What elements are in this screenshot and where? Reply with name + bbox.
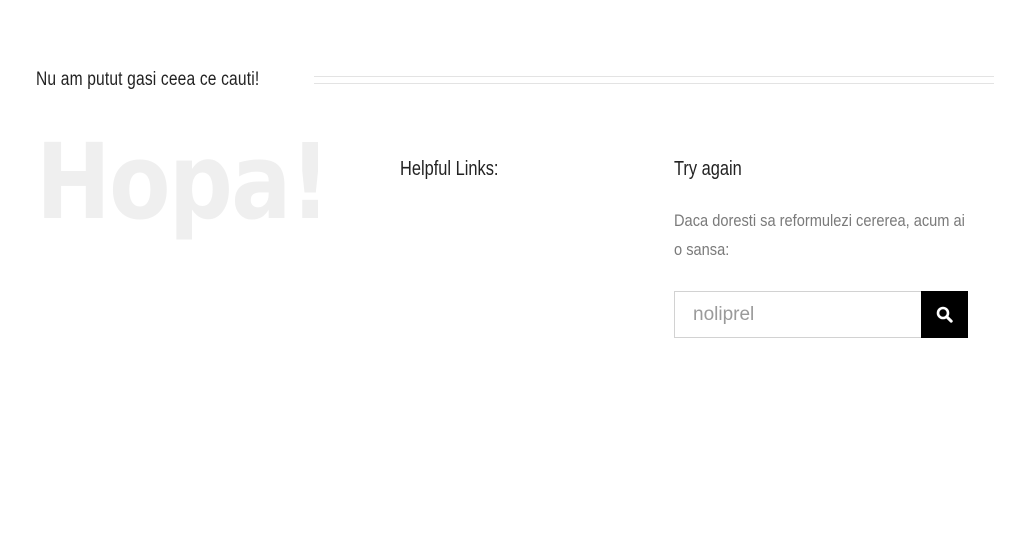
hero-text: Hopa!	[36, 121, 331, 243]
search-input[interactable]	[674, 291, 921, 338]
title-separator	[314, 76, 994, 84]
search-icon	[936, 306, 953, 323]
try-again-description: Daca doresti sa reformulezi cererea, acu…	[674, 211, 965, 259]
page-title-row: Nu am putut gasi ceea ce cauti!	[36, 66, 994, 94]
helpful-links-title: Helpful Links:	[400, 158, 499, 180]
try-again-title: Try again	[674, 158, 742, 180]
page-title: Nu am putut gasi ceea ce cauti!	[36, 69, 260, 90]
search-form	[674, 291, 968, 338]
search-button[interactable]	[921, 291, 968, 338]
